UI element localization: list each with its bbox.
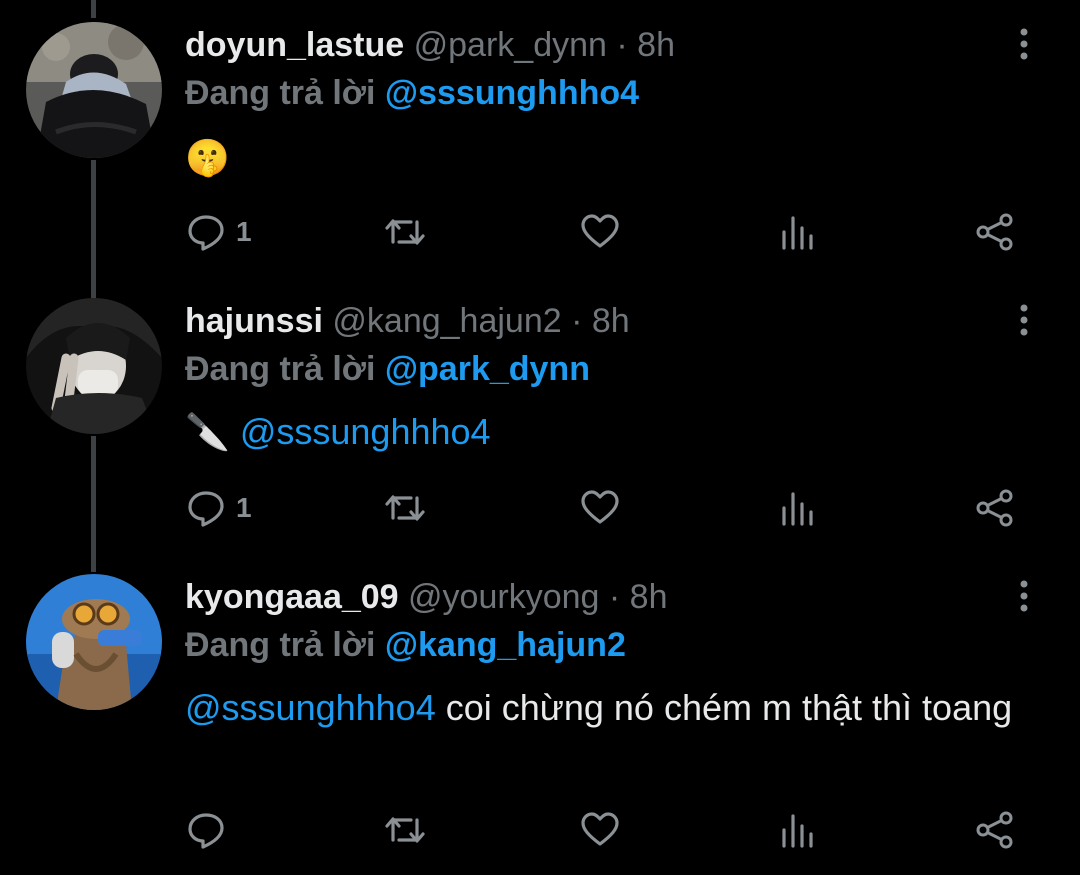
emoji: 🤫 bbox=[185, 137, 230, 178]
retweet-icon bbox=[385, 219, 425, 245]
more-vertical-icon bbox=[1020, 28, 1028, 60]
retweet-button[interactable] bbox=[383, 486, 427, 530]
analytics-button[interactable] bbox=[778, 808, 818, 852]
share-icon bbox=[976, 489, 1013, 527]
heart-icon bbox=[581, 214, 619, 248]
analytics-button[interactable] bbox=[778, 486, 818, 530]
username[interactable]: kyongaaa_09 bbox=[185, 578, 399, 616]
retweet-icon bbox=[385, 495, 425, 521]
timestamp[interactable]: 8h bbox=[630, 578, 668, 616]
tweet-header: doyun_lastue @park_dynn · 8h bbox=[185, 22, 675, 68]
like-button[interactable] bbox=[580, 486, 620, 530]
timestamp[interactable]: 8h bbox=[637, 26, 675, 64]
replying-to: Đang trả lời @kang_hajun2 bbox=[185, 622, 626, 668]
emoji: 🔪 bbox=[185, 411, 230, 452]
heart-icon bbox=[581, 812, 619, 846]
separator: · bbox=[608, 578, 621, 616]
tweet-header: kyongaaa_09 @yourkyong · 8h bbox=[185, 574, 668, 620]
aviator-goggles-avatar bbox=[26, 574, 162, 710]
body-text: coi chừng nó chém m thật thì toang bbox=[435, 687, 1013, 728]
username[interactable]: doyun_lastue bbox=[185, 26, 404, 64]
more-options-button[interactable] bbox=[1006, 576, 1042, 616]
thread-line bbox=[91, 0, 96, 18]
replying-prefix: Đang trả lời bbox=[185, 74, 376, 112]
reply-button[interactable]: 1 bbox=[186, 210, 252, 254]
replying-to: Đang trả lời @sssunghhho4 bbox=[185, 70, 639, 116]
username[interactable]: hajunssi bbox=[185, 302, 323, 340]
body-mention[interactable]: @sssunghhho4 bbox=[185, 687, 436, 728]
body-mention[interactable]: @sssunghhho4 bbox=[240, 411, 491, 452]
avatar[interactable] bbox=[26, 22, 162, 158]
replying-prefix: Đang trả lời bbox=[185, 350, 376, 388]
reply-button[interactable] bbox=[186, 808, 236, 852]
tweet-body: 🔪 @sssunghhho4 bbox=[185, 408, 1025, 456]
reply-icon bbox=[188, 813, 224, 849]
share-button[interactable] bbox=[974, 808, 1016, 852]
reply-icon bbox=[188, 215, 224, 251]
analytics-icon bbox=[782, 216, 813, 250]
like-button[interactable] bbox=[580, 808, 620, 852]
action-bar: 1 bbox=[0, 210, 1080, 254]
replying-prefix: Đang trả lời bbox=[185, 626, 376, 664]
replying-to: Đang trả lời @park_dynn bbox=[185, 346, 590, 392]
more-vertical-icon bbox=[1020, 580, 1028, 612]
retweet-icon bbox=[385, 817, 425, 843]
share-icon bbox=[976, 811, 1013, 849]
reply-icon bbox=[188, 491, 224, 527]
retweet-button[interactable] bbox=[383, 808, 427, 852]
avatar[interactable] bbox=[26, 298, 162, 434]
like-button[interactable] bbox=[580, 210, 620, 254]
tweet-body: 🤫 bbox=[185, 134, 1025, 182]
more-vertical-icon bbox=[1020, 304, 1028, 336]
avatar[interactable] bbox=[26, 574, 162, 710]
peace-sign-selfie-avatar bbox=[26, 298, 162, 434]
tweet-body: @sssunghhho4 coi chừng nó chém m thật th… bbox=[185, 684, 1025, 732]
reply-count: 1 bbox=[236, 216, 252, 247]
person-in-dark-puffer-avatar bbox=[26, 22, 162, 158]
reply-count: 1 bbox=[236, 492, 252, 523]
handle[interactable]: @park_dynn bbox=[414, 26, 607, 64]
retweet-button[interactable] bbox=[383, 210, 427, 254]
more-options-button[interactable] bbox=[1006, 300, 1042, 340]
handle[interactable]: @yourkyong bbox=[408, 578, 599, 616]
handle[interactable]: @kang_hajun2 bbox=[332, 302, 561, 340]
action-bar: 1 bbox=[0, 486, 1080, 530]
separator: · bbox=[571, 302, 583, 340]
share-icon bbox=[976, 213, 1013, 251]
replying-to-mention[interactable]: @sssunghhho4 bbox=[385, 74, 639, 112]
heart-icon bbox=[581, 490, 619, 524]
separator: · bbox=[616, 26, 628, 64]
action-bar bbox=[0, 808, 1080, 852]
replying-to-mention[interactable]: @kang_hajun2 bbox=[385, 626, 626, 664]
share-button[interactable] bbox=[974, 210, 1016, 254]
replying-to-mention[interactable]: @park_dynn bbox=[385, 350, 590, 388]
analytics-button[interactable] bbox=[778, 210, 818, 254]
timestamp[interactable]: 8h bbox=[592, 302, 630, 340]
analytics-icon bbox=[782, 492, 813, 526]
share-button[interactable] bbox=[974, 486, 1016, 530]
analytics-icon bbox=[782, 814, 813, 848]
reply-button[interactable]: 1 bbox=[186, 486, 252, 530]
more-options-button[interactable] bbox=[1006, 24, 1042, 64]
tweet-header: hajunssi @kang_hajun2 · 8h bbox=[185, 298, 630, 344]
